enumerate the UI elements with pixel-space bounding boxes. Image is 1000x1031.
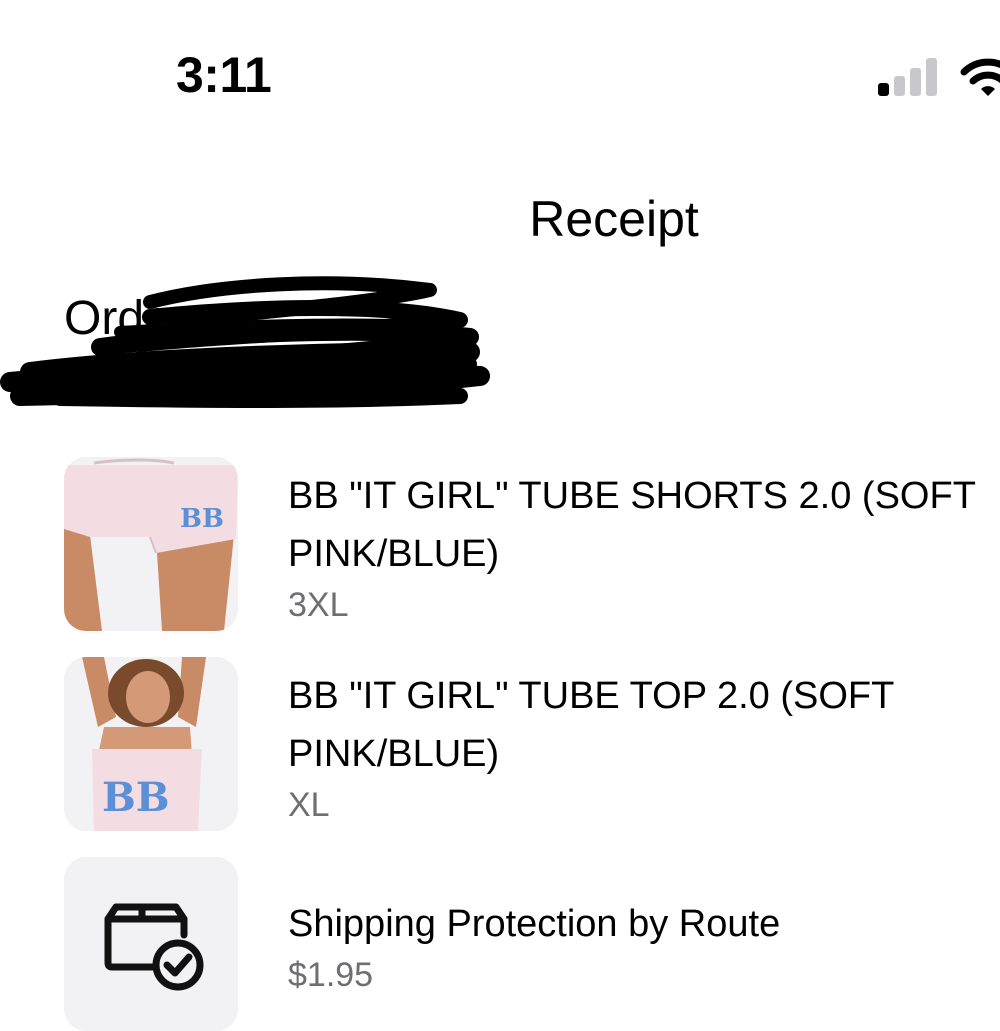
item-size: XL <box>288 786 330 824</box>
product-thumbnail: BB <box>64 457 238 631</box>
item-name: BB "IT GIRL" TUBE TOP 2.0 (SOFT PINK/BLU… <box>288 675 894 775</box>
tube-shorts-image: BB <box>64 457 238 631</box>
item-name: Shipping Protection by Route <box>288 903 781 945</box>
cellular-signal-icon <box>878 56 940 96</box>
tube-top-image: BB <box>64 657 238 831</box>
package-check-icon <box>64 857 238 1031</box>
product-thumbnail: BB <box>64 657 238 831</box>
redaction-scribble <box>0 276 490 408</box>
thumbnail-logo: BB <box>180 504 224 534</box>
thumbnail-logo: BB <box>102 774 170 821</box>
item-price: $1.95 <box>288 956 374 994</box>
status-time: 3:11 <box>176 47 272 103</box>
item-size: 3XL <box>288 586 349 624</box>
wifi-icon <box>960 58 1000 96</box>
shipping-protection-thumbnail <box>64 857 238 1031</box>
page-title: Receipt <box>529 191 699 247</box>
item-name: BB "IT GIRL" TUBE SHORTS 2.0 (SOFT PINK/… <box>288 475 976 575</box>
